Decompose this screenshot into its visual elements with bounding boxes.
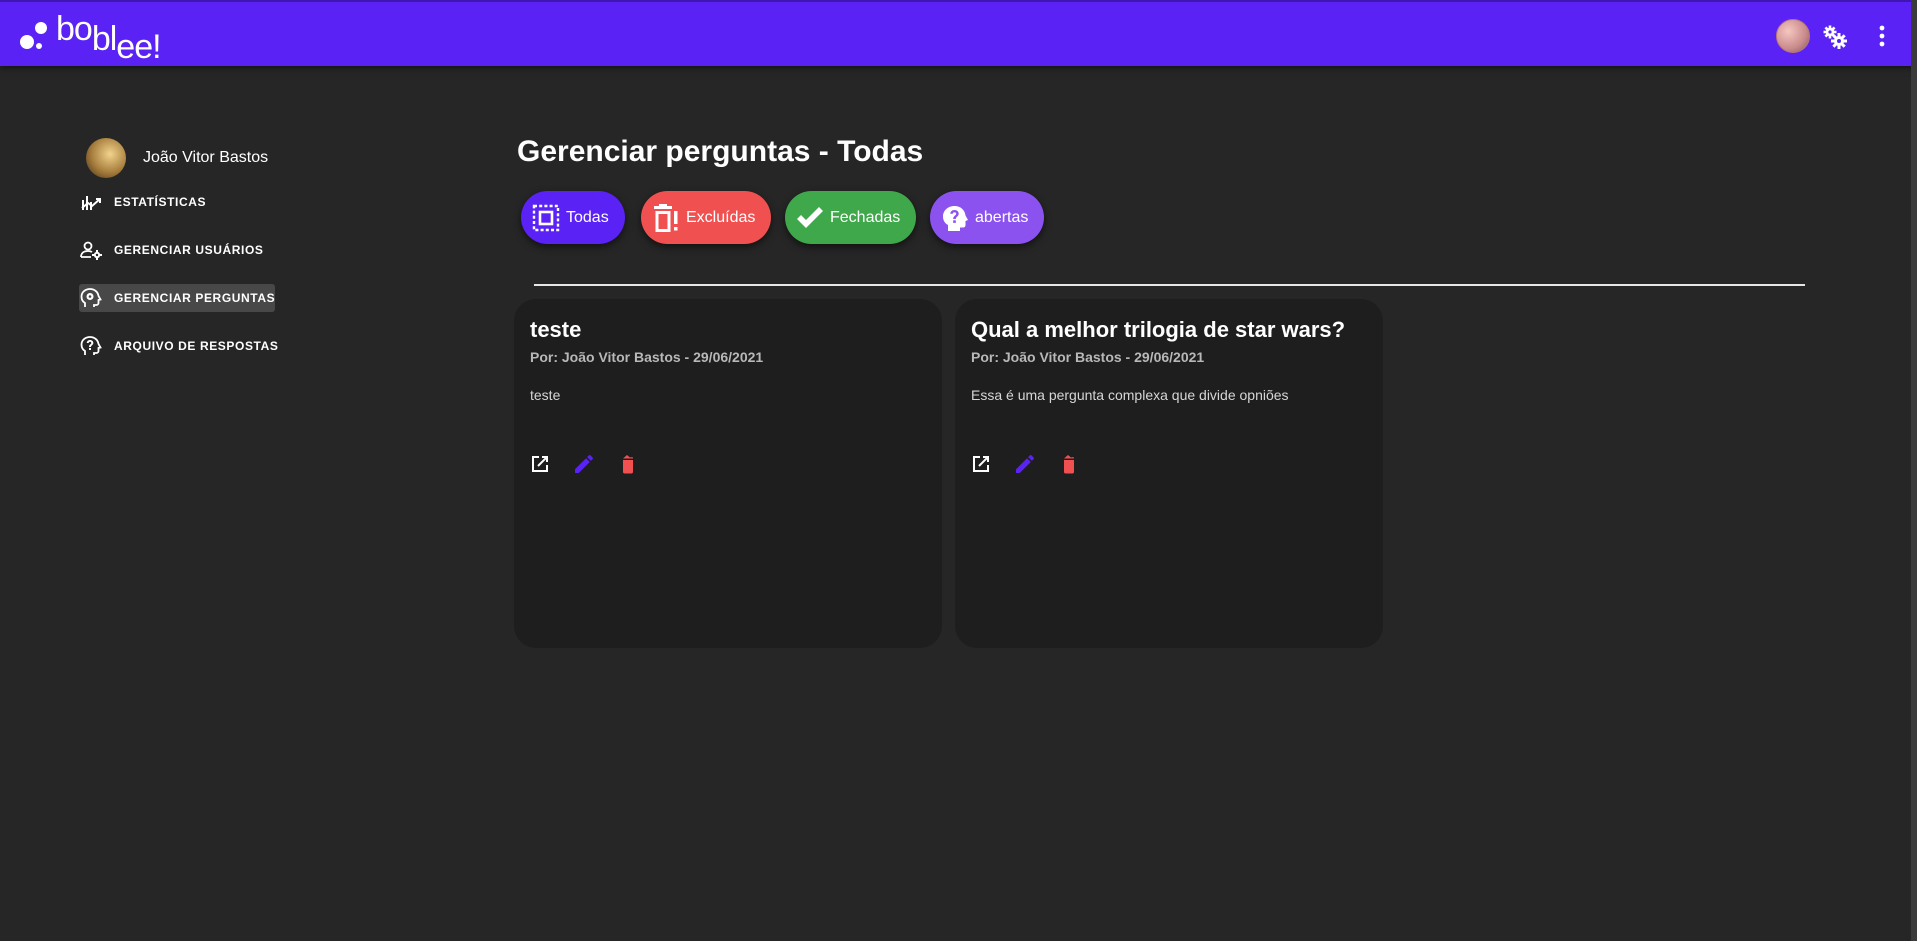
sidebar-item-statistics[interactable]: ESTATÍSTICAS: [79, 188, 206, 216]
filter-todas-button[interactable]: Todas: [521, 191, 625, 244]
page-title: Gerenciar perguntas - Todas: [517, 135, 924, 168]
filter-label: abertas: [975, 208, 1029, 226]
question-head-icon: [943, 205, 968, 231]
answers-archive-icon: [80, 336, 102, 355]
sidebar-item-manage-questions[interactable]: GERENCIAR PERGUNTAS: [79, 284, 276, 312]
question-title: teste: [530, 317, 582, 342]
open-external-icon[interactable]: [969, 452, 993, 476]
delete-icon[interactable]: [616, 452, 640, 476]
filter-label: Todas: [566, 208, 609, 226]
filter-label: Excluídas: [686, 208, 756, 226]
profile-avatar: [86, 138, 126, 178]
sidebar-item-answers-archive[interactable]: ARQUIVO DE RESPOSTAS: [79, 332, 278, 360]
delete-icon[interactable]: [1057, 452, 1081, 476]
filter-label: Fechadas: [830, 208, 901, 226]
manage-users-icon: [80, 241, 102, 260]
trash-alert-icon: [654, 203, 678, 232]
question-meta: Por: João Vitor Bastos - 29/06/2021: [530, 349, 764, 365]
select-all-icon: [532, 204, 560, 231]
question-title: Qual a melhor trilogia de star wars?: [971, 317, 1346, 342]
boblee-logo[interactable]: boblee!: [20, 10, 180, 66]
filter-excluidas-button[interactable]: Excluídas: [641, 191, 772, 244]
sidebar-item-label: ARQUIVO DE RESPOSTAS: [114, 339, 279, 353]
sidebar-item-label: GERENCIAR PERGUNTAS: [114, 291, 276, 305]
edit-icon[interactable]: [1013, 452, 1037, 476]
user-avatar[interactable]: [1776, 19, 1810, 53]
edit-icon[interactable]: [572, 452, 596, 476]
manage-questions-icon: [80, 288, 102, 307]
logo-bubbles-icon: [20, 22, 47, 49]
open-external-icon[interactable]: [528, 452, 552, 476]
top-app-bar: boblee!: [0, 0, 1917, 66]
sidebar-item-label: ESTATÍSTICAS: [114, 195, 207, 209]
sidebar-item-label: GERENCIAR USUÁRIOS: [114, 243, 264, 257]
question-body: teste: [530, 387, 561, 403]
more-vert-icon[interactable]: [1874, 22, 1890, 50]
profile-name: João Vitor Bastos: [143, 149, 269, 166]
stats-icon: [81, 196, 101, 210]
sidebar-item-manage-users[interactable]: GERENCIAR USUÁRIOS: [79, 236, 263, 264]
question-meta: Por: João Vitor Bastos - 29/06/2021: [971, 349, 1205, 365]
page-scrollbar[interactable]: [1911, 0, 1917, 941]
question-card: Qual a melhor trilogia de star wars? Por…: [955, 299, 1383, 648]
logo-text: boblee!: [56, 10, 162, 66]
question-card: teste Por: João Vitor Bastos - 29/06/202…: [514, 299, 942, 648]
gears-icon[interactable]: [1822, 24, 1848, 50]
question-body: Essa é uma pergunta complexa que divide …: [971, 387, 1289, 403]
check-icon: [797, 206, 823, 228]
divider: [534, 284, 1805, 286]
filter-abertas-button[interactable]: abertas: [930, 191, 1045, 244]
filter-fechadas-button[interactable]: Fechadas: [785, 191, 917, 244]
